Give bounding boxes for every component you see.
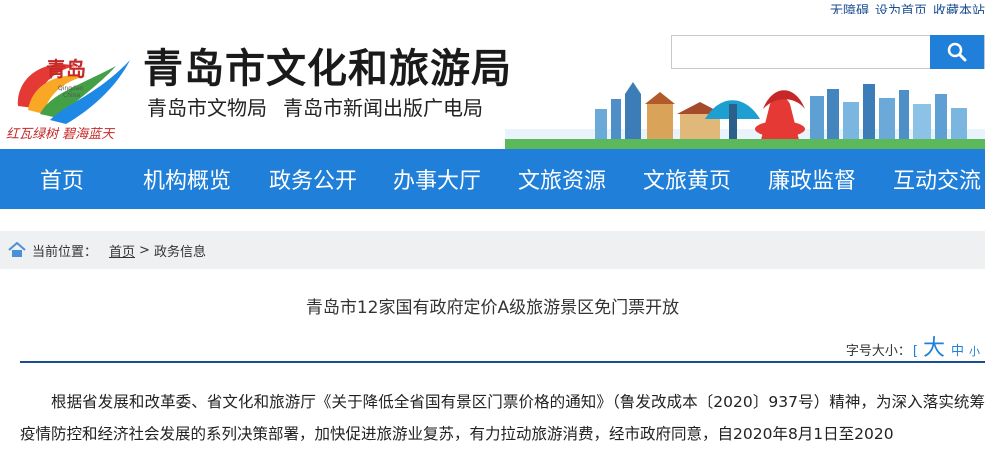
logo-text: 青岛 [46, 57, 86, 81]
nav-item-integrity[interactable]: 廉政监督 [768, 163, 856, 195]
nav-item-resources[interactable]: 文旅资源 [518, 163, 606, 195]
header: 青岛 Qingdao China 红瓦绿树 碧海蓝天 青岛市文化和旅游局 青岛市… [0, 14, 985, 149]
nav-item-yellow-pages[interactable]: 文旅黄页 [643, 163, 731, 195]
breadcrumb-home-link[interactable]: 首页 [109, 241, 135, 260]
breadcrumb-separator: > [139, 242, 150, 258]
search-button[interactable] [930, 35, 984, 69]
nav-item-interaction[interactable]: 互动交流 [893, 163, 981, 195]
title-divider [20, 361, 985, 363]
font-size-small-button[interactable]: 小 [969, 343, 980, 359]
nav-item-about[interactable]: 机构概览 [143, 163, 231, 195]
font-size-control: 字号大小： [ 大 中 小 [846, 330, 982, 362]
logo-slogan: 红瓦绿树 碧海蓝天 [6, 127, 116, 142]
breadcrumb: 当前位置： 首页 > 政务信息 [0, 231, 985, 269]
main-nav: 首页 机构概览 政务公开 办事大厅 文旅资源 文旅黄页 廉政监督 互动交流 [0, 149, 985, 209]
subtitle-cultural-relics: 青岛市文物局 [147, 96, 267, 120]
font-size-large-button[interactable]: 大 [923, 330, 945, 362]
site-subtitles: 青岛市文物局 青岛市新闻出版广电局 [147, 92, 499, 121]
logo-en: China [63, 92, 80, 99]
search-box [671, 35, 985, 69]
font-size-bracket: [ [912, 344, 918, 359]
home-icon [8, 242, 26, 257]
breadcrumb-label: 当前位置： [32, 244, 98, 260]
article-title: 青岛市12家国有政府定价A级旅游景区免门票开放 [305, 298, 680, 318]
search-input[interactable] [672, 36, 932, 68]
logo-pinyin: Qingdao [58, 85, 83, 92]
breadcrumb-current: 政务信息 [153, 244, 206, 260]
site-logo[interactable]: 青岛 Qingdao China 红瓦绿树 碧海蓝天 [6, 36, 136, 146]
search-icon [947, 42, 967, 62]
nav-item-home[interactable]: 首页 [40, 163, 84, 195]
font-size-medium-button[interactable]: 中 [951, 340, 964, 359]
nav-item-gov-affairs[interactable]: 政务公开 [269, 163, 357, 195]
page: 无障碍 设为首页 收藏本站 青岛 Qingdao China 红瓦绿树 碧海蓝天 青… [0, 0, 985, 466]
font-size-label: 字号大小： [845, 344, 911, 359]
article-body: 根据省发展和改革委、省文化和旅游厅《关于降低全省国有景区门票价格的通知》（鲁发改… [20, 393, 985, 443]
subtitle-press: 青岛市新闻出版广电局 [283, 96, 483, 120]
city-skyline-banner [505, 82, 985, 149]
nav-item-service-hall[interactable]: 办事大厅 [393, 163, 481, 195]
site-title: 青岛市文化和旅游局 [143, 45, 512, 92]
